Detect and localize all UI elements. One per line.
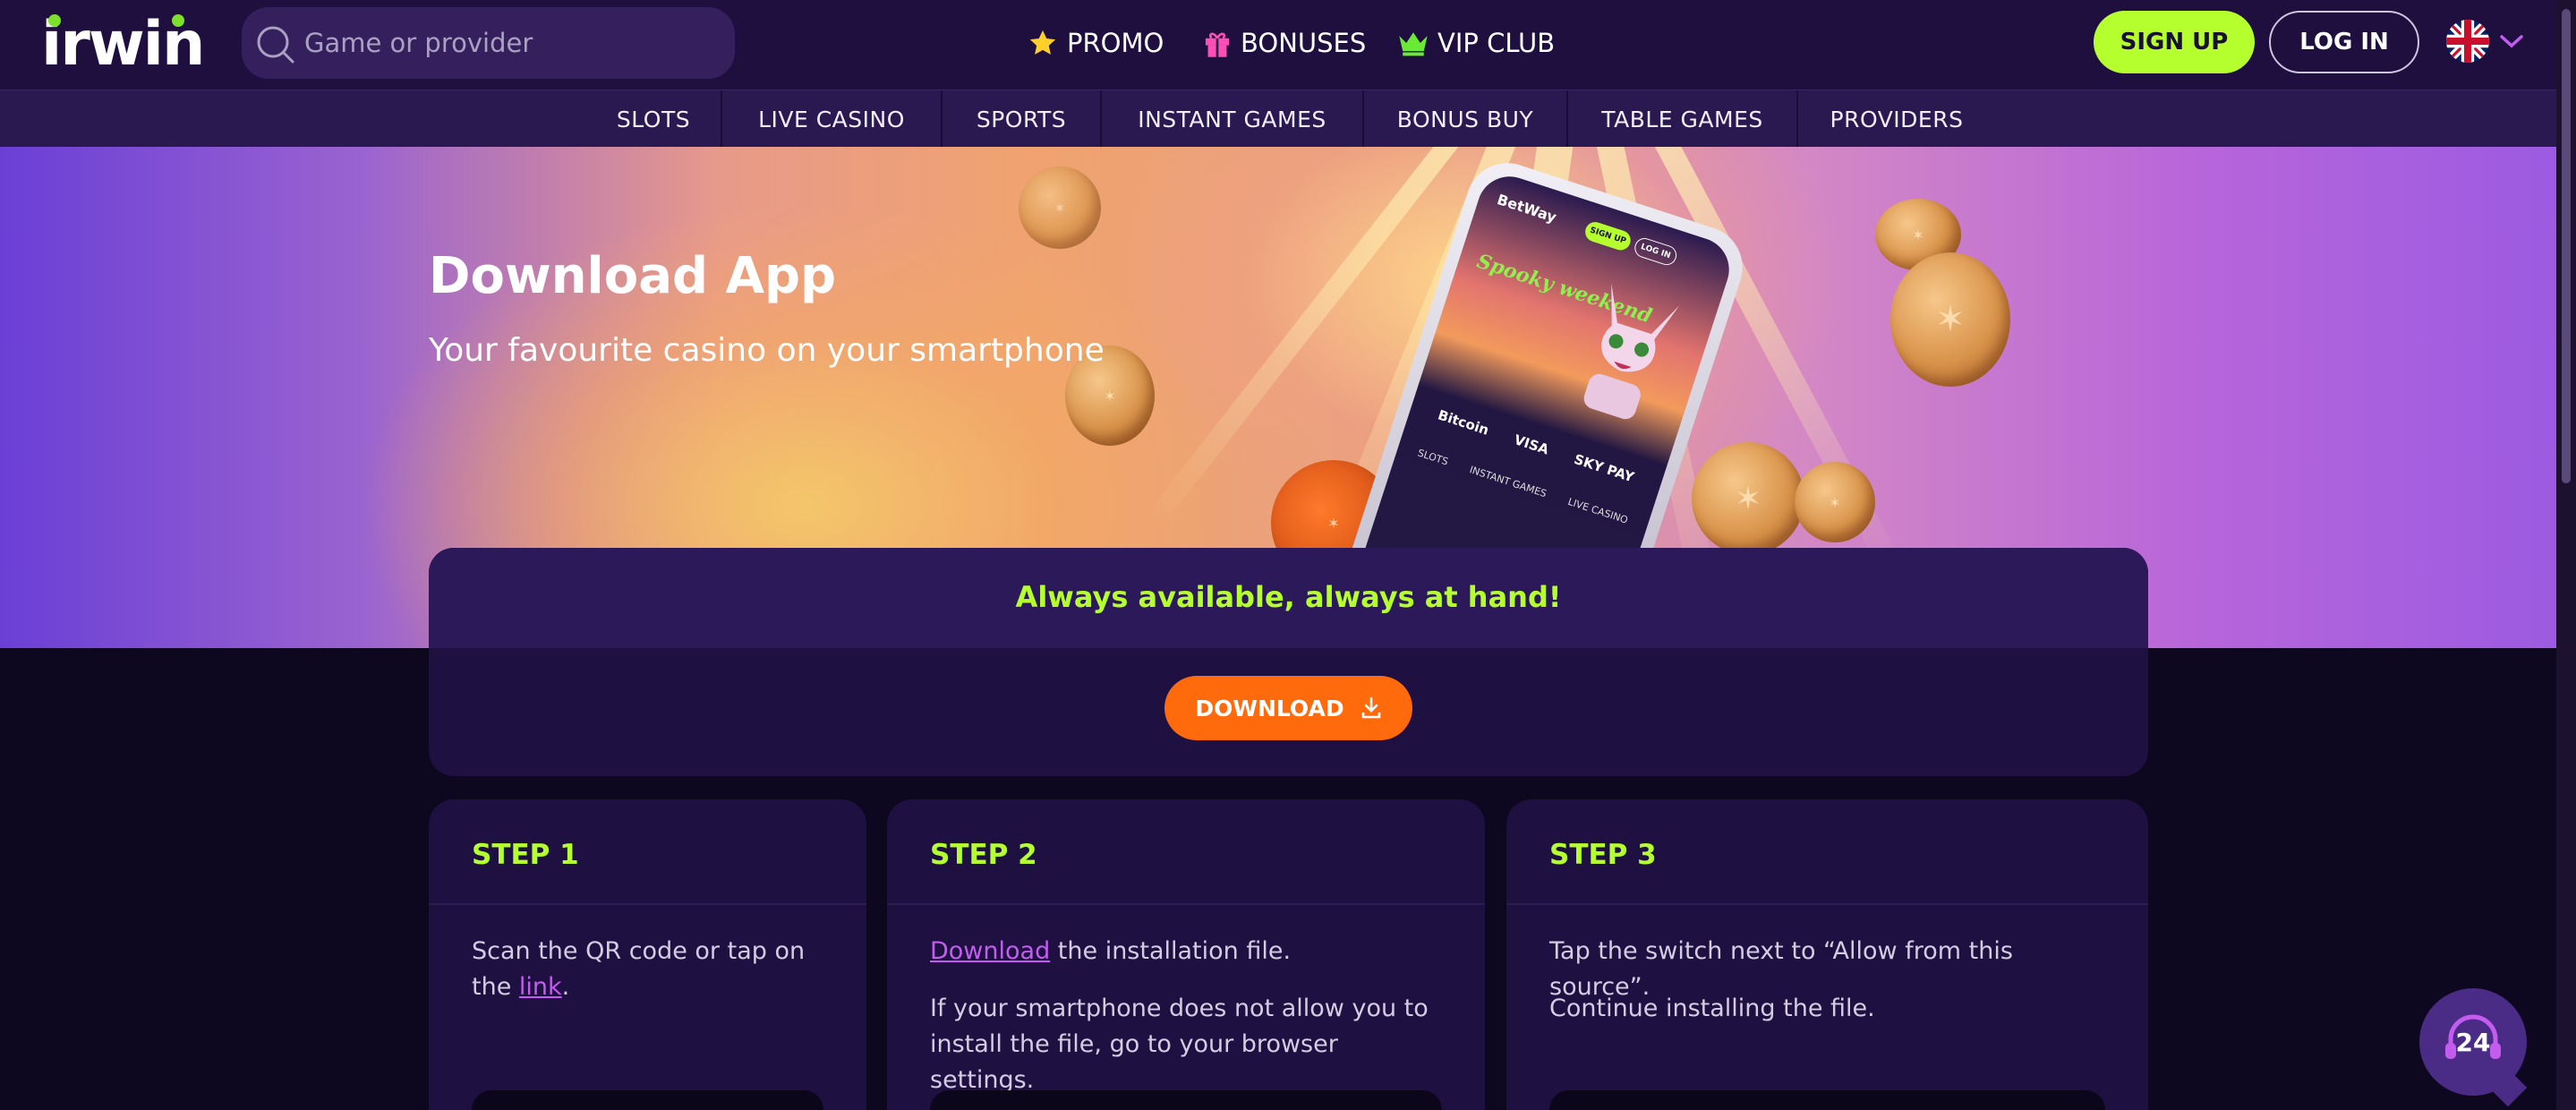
coin-image: ✶ bbox=[1795, 462, 1875, 542]
page-subtitle: Your favourite casino on your smartphone bbox=[429, 332, 1105, 369]
phone-tab: LIVE CASINO bbox=[1566, 495, 1630, 526]
step-title: STEP 1 bbox=[472, 839, 579, 871]
phone-signup: SIGN UP bbox=[1582, 219, 1633, 253]
step-divider bbox=[429, 903, 866, 905]
download-button[interactable]: DOWNLOAD bbox=[1164, 676, 1412, 740]
coin-image: ✶ bbox=[1890, 252, 2010, 387]
logo[interactable]: irwin bbox=[41, 14, 205, 75]
support-chat-button[interactable]: 24 bbox=[2419, 988, 2527, 1096]
availability-title: Always available, always at hand! bbox=[1015, 580, 1562, 614]
step-image-panel bbox=[930, 1090, 1442, 1110]
coin-image: ✶ bbox=[1692, 442, 1804, 555]
phone-tab: SLOTS bbox=[1416, 447, 1450, 468]
category-instant-games[interactable]: INSTANT GAMES bbox=[1102, 90, 1362, 148]
step-extra-text: If your smartphone does not allow you to… bbox=[930, 995, 1429, 1094]
step-title: STEP 3 bbox=[1549, 839, 1657, 871]
download-link[interactable]: Download bbox=[930, 937, 1050, 965]
category-slots[interactable]: SLOTS bbox=[586, 90, 721, 148]
step-divider bbox=[887, 903, 1485, 905]
qr-code-panel bbox=[472, 1090, 823, 1110]
step-text: Scan the QR code or tap on the link. bbox=[472, 934, 830, 1005]
step-divider bbox=[1506, 903, 2148, 905]
step-card-3: STEP 3 Tap the switch next to “Allow fro… bbox=[1506, 799, 2148, 1110]
support-label: 24 bbox=[2455, 1027, 2491, 1057]
phone-payment: Bitcoin bbox=[1436, 406, 1491, 439]
log-in-button[interactable]: LOG IN bbox=[2269, 11, 2419, 73]
logo-dot bbox=[172, 14, 184, 27]
phone-brand: BetWay bbox=[1495, 191, 1559, 226]
category-sports[interactable]: SPORTS bbox=[943, 90, 1100, 148]
download-icon bbox=[1361, 696, 1380, 719]
nav-promo[interactable]: PROMO bbox=[1028, 0, 1164, 86]
step-text-part: . bbox=[561, 973, 570, 1001]
step-card-2: STEP 2 Download the installation file. I… bbox=[887, 799, 1485, 1110]
nav-vip-club[interactable]: VIP CLUB bbox=[1398, 0, 1555, 86]
phone-payment: VISA bbox=[1512, 431, 1551, 458]
qr-link[interactable]: link bbox=[519, 973, 562, 1001]
logo-dot bbox=[48, 14, 61, 27]
nav-bonuses-label: BONUSES bbox=[1241, 28, 1367, 58]
availability-card: Always available, always at hand! DOWNLO… bbox=[429, 548, 2148, 776]
search-bar[interactable] bbox=[242, 7, 735, 79]
uk-flag-icon bbox=[2446, 20, 2489, 63]
page-scrollbar[interactable] bbox=[2556, 0, 2576, 1110]
step-text: Download the installation file. bbox=[930, 934, 1449, 969]
step-extra-text: Continue installing the file. bbox=[1549, 995, 1875, 1022]
step-image-panel bbox=[1549, 1090, 2105, 1110]
download-label: DOWNLOAD bbox=[1195, 695, 1344, 722]
chevron-down-icon bbox=[2500, 35, 2523, 48]
nav-bonuses[interactable]: BONUSES bbox=[1203, 0, 1366, 86]
category-live-casino[interactable]: LIVE CASINO bbox=[722, 90, 941, 148]
gift-icon bbox=[1203, 28, 1232, 58]
category-providers[interactable]: PROVIDERS bbox=[1798, 90, 1995, 148]
step-text-part: the installation file. bbox=[1050, 937, 1292, 965]
phone-tab: INSTANT GAMES bbox=[1468, 464, 1548, 500]
phone-tabs: SLOTS INSTANT GAMES LIVE CASINO bbox=[1405, 443, 1641, 529]
sign-up-button[interactable]: SIGN UP bbox=[2094, 11, 2255, 73]
nav-vip-label: VIP CLUB bbox=[1437, 28, 1556, 58]
category-bonus-buy[interactable]: BONUS BUY bbox=[1364, 90, 1566, 148]
scrollbar-thumb[interactable] bbox=[2562, 9, 2571, 483]
top-header: irwin PROMO BONUSES VIP CLUB SIGN UP LOG… bbox=[0, 0, 2576, 90]
phone-login: LOG IN bbox=[1632, 235, 1679, 268]
phone-payment: SKY PAY bbox=[1572, 450, 1636, 486]
step-title: STEP 2 bbox=[930, 839, 1037, 871]
crown-icon bbox=[1398, 30, 1429, 56]
language-selector[interactable] bbox=[2446, 20, 2525, 63]
step-card-1: STEP 1 Scan the QR code or tap on the li… bbox=[429, 799, 866, 1110]
page-title: Download App bbox=[429, 247, 837, 305]
category-table-games[interactable]: TABLE GAMES bbox=[1568, 90, 1796, 148]
coin-image: ✶ bbox=[1019, 166, 1101, 249]
nav-promo-label: PROMO bbox=[1067, 28, 1164, 58]
category-bar: SLOTS LIVE CASINO SPORTS INSTANT GAMES B… bbox=[0, 90, 2576, 148]
star-icon bbox=[1028, 28, 1058, 58]
search-icon bbox=[257, 26, 294, 64]
search-input[interactable] bbox=[304, 7, 716, 79]
